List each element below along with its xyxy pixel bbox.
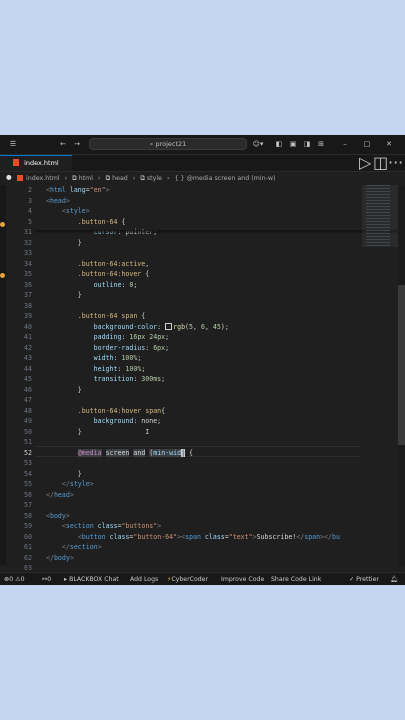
line-number: 33 (24, 249, 32, 257)
line-number: 39 (24, 312, 32, 320)
vertical-scrollbar[interactable] (398, 185, 405, 565)
scrollbar-thumb[interactable] (398, 285, 405, 445)
tab-filename: index.html (24, 159, 59, 167)
line-number: 40 (24, 322, 32, 331)
customize-layout-icon[interactable]: ⊞ (316, 139, 326, 150)
line-number: 58 (24, 511, 32, 520)
improve-code-button[interactable]: Improve Code (221, 573, 264, 585)
title-bar: ☰ ← → ⌕ project21 ☺▾ ◧ ▣ ◨ ⊞ – □ ✕ (0, 135, 405, 155)
breadcrumb-file[interactable]: index.html (26, 172, 60, 185)
line-number: 32 (24, 238, 32, 247)
html5-icon (17, 175, 23, 181)
line-number: 48 (24, 406, 32, 415)
split-editor-icon[interactable]: ◫ (373, 155, 388, 171)
line-number: 50 (24, 427, 32, 436)
menu-icon[interactable]: ☰ (8, 139, 18, 150)
breakpoint-marker-icon[interactable] (0, 273, 5, 278)
line-number: 36 (24, 280, 32, 289)
line-number: 4 (28, 207, 32, 215)
cube-icon: ⧉ (72, 175, 77, 182)
line-number: 38 (24, 301, 32, 310)
minimize-icon[interactable]: – (340, 139, 350, 150)
maximize-icon[interactable]: □ (362, 139, 372, 150)
vscode-window: ☰ ← → ⌕ project21 ☺▾ ◧ ▣ ◨ ⊞ – □ ✕ index… (0, 135, 405, 585)
minimap[interactable] (362, 185, 398, 565)
prettier-button[interactable]: ✓ Prettier (349, 573, 379, 585)
line-number: 44 (24, 364, 32, 373)
ports-indicator[interactable]: ⚯0 (42, 573, 51, 585)
arrow-right-icon[interactable]: → (72, 139, 82, 150)
breadcrumb-head[interactable]: head (112, 172, 128, 185)
breadcrumb-style[interactable]: style (147, 172, 162, 185)
cybercoder-button[interactable]: ⚡CyberCoder (167, 573, 208, 585)
html5-icon (13, 159, 19, 166)
line-number: 47 (24, 396, 32, 404)
toggle-sidebar-icon[interactable]: ◧ (274, 139, 284, 150)
line-number-gutter: 2 3 4 5 31 32 33 34 35 36 37 38 39 40 41 42 43 44 45 46 47 48… (6, 185, 36, 572)
breakpoint-marker-icon[interactable] (0, 222, 5, 227)
blackbox-chat-button[interactable]: ▸ BLACKBOX Chat (64, 573, 119, 585)
line-number: 56 (24, 490, 32, 499)
line-number: 35 (24, 270, 32, 278)
arrow-left-icon[interactable]: ← (58, 139, 68, 150)
status-bar: ⊗0 ⚠0 ⚯0 ▸ BLACKBOX Chat Add Logs ⚡Cyber… (0, 572, 405, 585)
add-logs-button[interactable]: Add Logs (130, 573, 158, 585)
notifications-bell-icon[interactable]: 🔔︎ (390, 573, 398, 585)
cube-icon: ⧉ (105, 175, 111, 182)
line-number: 31 (24, 228, 32, 236)
line-number: 57 (24, 501, 32, 509)
breadcrumb-html[interactable]: html (79, 172, 93, 185)
toggle-panel-icon[interactable]: ▣ (288, 139, 298, 150)
line-number: 34 (24, 259, 32, 268)
more-actions-icon[interactable]: ··· (388, 155, 403, 171)
chevron-right-icon: › (132, 175, 136, 182)
line-number: 59 (24, 522, 32, 530)
tab-bar: index.html ● ▷ ◫ ··· (0, 155, 405, 181)
line-number: 3 (28, 196, 32, 205)
line-number: 53 (24, 459, 32, 467)
cube-icon: ⧉ (140, 175, 145, 182)
line-number: 61 (24, 543, 32, 551)
line-number: 5 (28, 217, 32, 226)
code-editor[interactable]: <html lang="en"> <head> <style> .button-… (46, 185, 362, 565)
line-number: 51 (24, 438, 32, 446)
chevron-right-icon: › (167, 175, 170, 182)
toggle-secondary-sidebar-icon[interactable]: ◨ (302, 139, 312, 150)
search-icon: ⌕ (149, 140, 154, 148)
problems-indicator[interactable]: ⊗0 ⚠0 (4, 573, 25, 585)
close-icon[interactable]: ✕ (384, 139, 394, 150)
copilot-icon[interactable]: ☺▾ (250, 139, 266, 150)
line-number: 54 (24, 469, 32, 478)
line-number: 60 (24, 532, 32, 541)
line-number: 62 (24, 553, 32, 562)
color-swatch-icon[interactable] (165, 322, 173, 330)
line-number: 52 (24, 448, 32, 457)
chevron-right-icon: › (98, 175, 101, 182)
run-icon[interactable]: ▷ (359, 155, 371, 171)
line-number: 55 (24, 480, 32, 488)
breadcrumb-media[interactable]: { } @media screen and (min-w) (175, 172, 276, 185)
tab-index-html[interactable]: index.html ● (0, 155, 72, 181)
line-number: 42 (24, 343, 32, 352)
line-number: 41 (24, 333, 32, 341)
search-text: project21 (155, 140, 187, 148)
line-number: 49 (24, 417, 32, 425)
sticky-scroll-shadow (36, 230, 405, 234)
breadcrumb: index.html › ⧉ html › ⧉ head › ⧉ style ›… (0, 172, 405, 185)
line-number: 37 (24, 291, 32, 299)
command-center-search[interactable]: ⌕ project21 (89, 138, 247, 150)
line-number: 43 (24, 354, 32, 362)
chevron-right-icon: › (64, 175, 68, 182)
share-code-link-button[interactable]: Share Code Link (271, 573, 321, 585)
line-number: 2 (28, 186, 32, 194)
line-number: 45 (24, 375, 32, 383)
line-number: 46 (24, 385, 32, 394)
